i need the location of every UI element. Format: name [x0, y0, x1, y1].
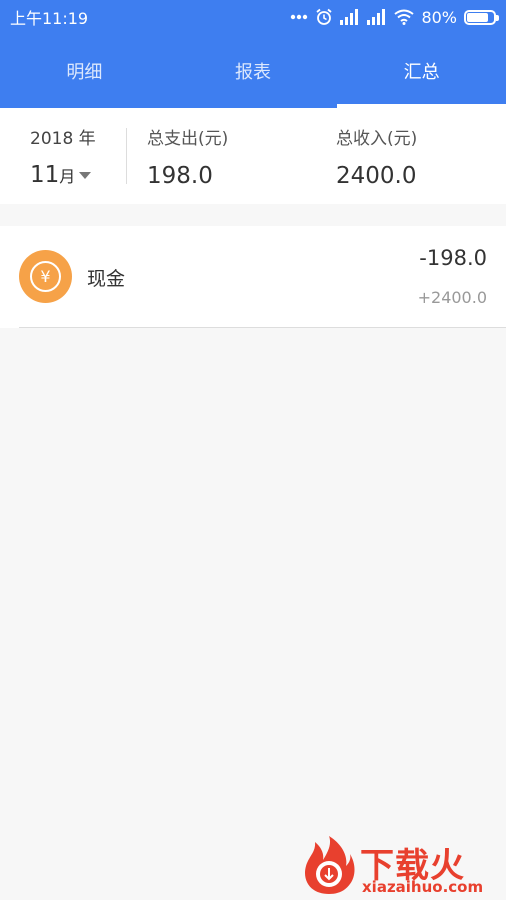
year-label: 2018 年	[30, 129, 96, 149]
tab-details[interactable]: 明细	[0, 34, 169, 108]
signal-icon	[367, 9, 387, 25]
total-expense-value: 198.0	[147, 163, 213, 189]
more-dots-icon	[290, 14, 308, 20]
month-value: 11	[30, 162, 60, 188]
watermark: 下载火 xiazaihuo.com	[296, 834, 502, 898]
tab-reports[interactable]: 报表	[169, 34, 338, 108]
total-income: 总收入(元) 2400.0	[336, 124, 417, 189]
tab-details-label: 明细	[66, 62, 103, 83]
wifi-icon	[394, 9, 415, 25]
month-selector[interactable]: 11月	[30, 162, 92, 188]
tab-summary-label: 汇总	[403, 62, 440, 83]
signal-icon	[340, 9, 360, 25]
alarm-icon	[315, 8, 333, 26]
flame-logo-icon	[304, 836, 355, 894]
account-income: +2400.0	[417, 288, 487, 307]
divider	[126, 128, 127, 184]
battery-icon	[464, 9, 499, 25]
total-expense: 总支出(元) 198.0	[147, 124, 228, 189]
account-name: 现金	[87, 268, 126, 290]
total-income-value: 2400.0	[336, 163, 417, 189]
row-divider	[19, 327, 506, 328]
yuan-icon: ¥	[19, 250, 72, 303]
status-bar: 上午11:19 80%	[0, 0, 506, 34]
battery-percent: 80%	[421, 7, 457, 27]
date-picker[interactable]: 2018 年 11月	[30, 124, 110, 188]
total-expense-label: 总支出(元)	[147, 129, 229, 149]
watermark-subtitle: xiazaihuo.com	[362, 878, 484, 896]
tab-summary[interactable]: 汇总	[337, 34, 506, 108]
account-row-cash[interactable]: ¥ 现金 -198.0 +2400.0	[0, 226, 506, 328]
tab-reports-label: 报表	[235, 62, 271, 83]
account-expense: -198.0	[419, 246, 487, 270]
tab-bar: 明细 报表 汇总	[0, 34, 506, 108]
yuan-symbol: ¥	[30, 261, 61, 292]
status-icons: 80%	[290, 7, 499, 27]
caret-down-icon	[79, 172, 92, 179]
status-time: 上午11:19	[10, 9, 89, 28]
month-unit: 月	[59, 167, 76, 186]
total-income-label: 总收入(元)	[336, 129, 418, 149]
summary-header: 2018 年 11月 总支出(元) 198.0 总收入(元) 2400.0	[0, 108, 506, 204]
